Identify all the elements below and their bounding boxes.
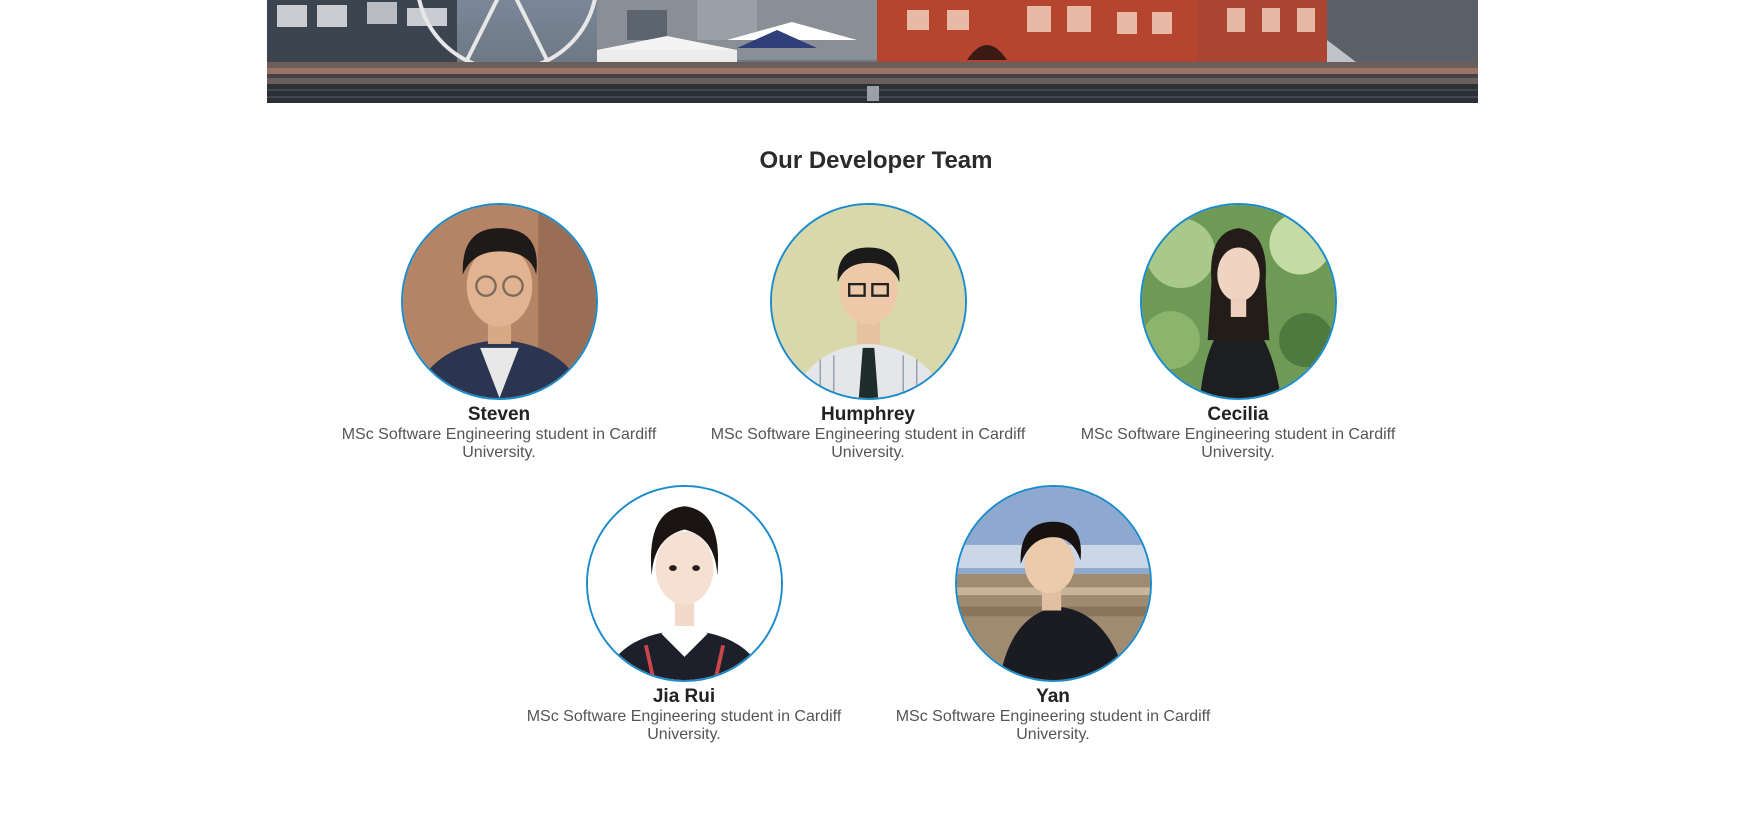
hero-banner-image <box>267 0 1478 103</box>
member-role: MSc Software Engineering student in Card… <box>1080 426 1396 461</box>
team-member-card: Humphrey MSc Software Engineering studen… <box>703 203 1033 462</box>
member-name: Yan <box>1036 686 1070 707</box>
member-avatar-photo <box>585 485 783 682</box>
member-avatar-photo <box>1139 203 1337 400</box>
member-name: Jia Rui <box>652 686 716 707</box>
member-name: Humphrey <box>821 404 915 425</box>
member-avatar-photo <box>769 203 967 400</box>
member-role: MSc Software Engineering student in Card… <box>526 708 842 743</box>
member-avatar-photo <box>954 485 1152 682</box>
team-member-card: Cecilia MSc Software Engineering student… <box>1073 203 1403 462</box>
member-role: MSc Software Engineering student in Card… <box>710 426 1026 461</box>
member-role: MSc Software Engineering student in Card… <box>341 426 657 461</box>
team-heading: Our Developer Team <box>759 147 993 174</box>
team-member-card: Steven MSc Software Engineering student … <box>334 203 664 462</box>
team-member-card: Yan MSc Software Engineering student in … <box>888 485 1218 744</box>
member-avatar-photo <box>400 203 598 400</box>
member-name: Cecilia <box>1207 404 1269 425</box>
member-role: MSc Software Engineering student in Card… <box>895 708 1211 743</box>
team-member-card: Jia Rui MSc Software Engineering student… <box>519 485 849 744</box>
member-name: Steven <box>467 404 531 425</box>
